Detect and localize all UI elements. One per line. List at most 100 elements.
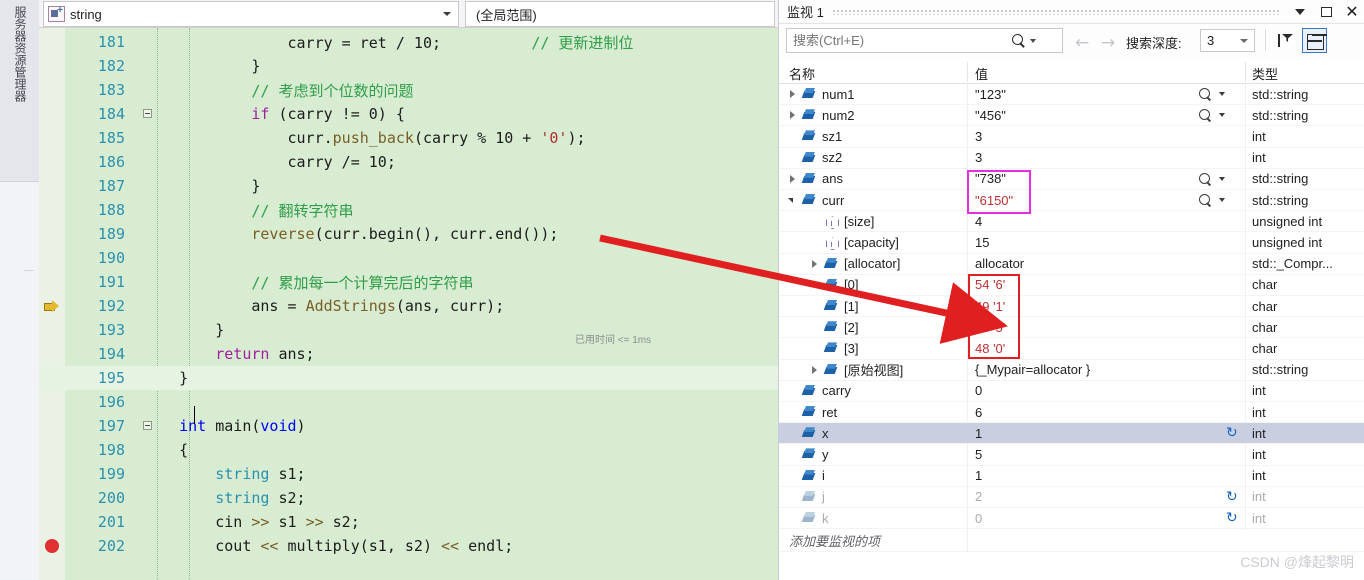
watch-row[interactable]: sz23int [779,148,1364,169]
code-line[interactable]: 187 } [39,174,778,198]
code-line[interactable]: 181 carry = ret / 10; // 更新进制位 [39,30,778,54]
breakpoint-marker[interactable] [45,539,59,553]
watch-row[interactable]: i1int [779,466,1364,487]
watch-name-cell[interactable]: [size] [844,214,874,229]
search-next-button[interactable]: → [1101,33,1115,53]
watch-value-cell[interactable]: 1 [975,426,982,441]
hide-names-icon[interactable] [1302,28,1327,53]
watch-name-cell[interactable]: [1] [844,299,858,314]
titlebar-grip[interactable] [832,8,1279,15]
code-line[interactable]: 183 // 考虑到个位数的问题 [39,78,778,102]
value-visualizer-icon[interactable] [1199,172,1213,186]
visualizer-chevron-icon[interactable] [1219,113,1225,117]
expand-toggle-icon[interactable] [809,258,821,270]
search-input[interactable] [793,33,1008,48]
code-line[interactable]: 182 } [39,54,778,78]
watch-row[interactable]: num1"123"std::string [779,84,1364,105]
watch-name-cell[interactable]: curr [822,193,844,208]
watch-row[interactable]: [0]54 '6'char [779,275,1364,296]
expand-toggle-icon[interactable] [787,173,799,185]
watch-row[interactable]: [allocator]allocatorstd::_Compr... [779,254,1364,275]
code-line[interactable]: 199 string s1; [39,462,778,486]
panel-close-button[interactable]: ✕ [1339,1,1364,23]
value-visualizer-icon[interactable] [1199,193,1213,207]
current-statement-marker[interactable] [44,299,59,313]
watch-row[interactable]: ret6int [779,402,1364,423]
watch-row[interactable]: [capacity]15unsigned int [779,232,1364,253]
watch-row[interactable]: curr"6150"std::string [779,190,1364,211]
watch-row[interactable]: y5int [779,444,1364,465]
value-visualizer-icon[interactable] [1199,108,1213,122]
code-line[interactable]: 193 } [39,318,778,342]
search-box[interactable] [786,28,1063,53]
add-watch-row[interactable]: 添加要监视的项 [779,530,1364,552]
visualizer-chevron-icon[interactable] [1219,92,1225,96]
refresh-value-icon[interactable]: ↻ [1226,426,1240,440]
visualizer-chevron-icon[interactable] [1219,198,1225,202]
watch-value-cell[interactable]: 3 [975,129,982,144]
expand-toggle-icon[interactable] [787,109,799,121]
watch-row[interactable]: k0↻int [779,508,1364,529]
code-line[interactable]: 198 { [39,438,778,462]
code-line[interactable]: 186 carry /= 10; [39,150,778,174]
code-line[interactable]: 200 string s2; [39,486,778,510]
watch-row[interactable]: carry0int [779,381,1364,402]
column-header-name[interactable]: 名称 [789,64,815,83]
code-line[interactable]: 195 } [39,366,778,390]
code-line[interactable]: 189 reverse(curr.begin(), curr.end()); [39,222,778,246]
code-area[interactable]: 181 carry = ret / 10; // 更新进制位182 }183 /… [39,28,778,580]
code-line[interactable]: 188 // 翻转字符串 [39,198,778,222]
visualizer-chevron-icon[interactable] [1219,177,1225,181]
watch-name-cell[interactable]: y [822,447,829,462]
watch-value-cell[interactable]: 2 [975,489,982,504]
column-header-type[interactable]: 类型 [1252,64,1278,83]
watch-name-cell[interactable]: ans [822,171,843,186]
code-fold-toggle[interactable] [143,109,152,118]
watch-value-cell[interactable]: 0 [975,383,982,398]
panel-restore-button[interactable] [1313,1,1339,23]
watch-value-cell[interactable]: 4 [975,214,982,229]
watch-name-cell[interactable]: [原始视图] [844,360,903,379]
watch-value-cell[interactable]: 1 [975,468,982,483]
code-line[interactable]: 185 curr.push_back(carry % 10 + '0'); [39,126,778,150]
watch-row[interactable]: [size]4unsigned int [779,211,1364,232]
expand-toggle-icon[interactable] [787,88,799,100]
watch-name-cell[interactable]: [2] [844,320,858,335]
value-visualizer-icon[interactable] [1199,87,1213,101]
search-options-chevron-icon[interactable] [1030,39,1036,43]
watch-name-cell[interactable]: carry [822,383,851,398]
watch-name-cell[interactable]: x [822,426,829,441]
watch-name-cell[interactable]: num2 [822,108,855,123]
watch-row[interactable]: j2↻int [779,487,1364,508]
refresh-value-icon[interactable]: ↻ [1226,490,1240,504]
expand-toggle-icon[interactable] [809,364,821,376]
watch-value-cell[interactable]: 0 [975,511,982,526]
code-fold-toggle[interactable] [143,421,152,430]
watch-name-cell[interactable]: sz1 [822,129,842,144]
search-prev-button[interactable]: ← [1075,33,1089,53]
code-line[interactable]: 190 [39,246,778,270]
code-line[interactable]: 191 // 累加每一个计算完后的字符串 [39,270,778,294]
scope-combo[interactable]: string [43,1,459,27]
column-divider[interactable] [967,62,968,82]
watch-row[interactable]: [原始视图]{_Mypair=allocator }std::string [779,360,1364,381]
watch-name-cell[interactable]: [capacity] [844,235,899,250]
code-line[interactable]: 202 cout << multiply(s1, s2) << endl; [39,534,778,558]
watch-row[interactable]: x1↻int [779,423,1364,444]
watch-row[interactable]: [1]49 '1'char [779,296,1364,317]
watch-name-cell[interactable]: [0] [844,277,858,292]
watch-row[interactable]: [3]48 '0'char [779,338,1364,359]
code-line[interactable]: 196 [39,390,778,414]
column-divider[interactable] [1245,62,1246,82]
watch-name-cell[interactable]: i [822,468,825,483]
watch-name-cell[interactable]: j [822,489,825,504]
watch-value-cell[interactable]: "123" [975,87,1006,102]
watch-value-cell[interactable]: allocator [975,256,1024,271]
watch-name-cell[interactable]: [3] [844,341,858,356]
column-header-value[interactable]: 值 [975,64,988,83]
watch-name-cell[interactable]: ret [822,405,837,420]
watch-value-cell[interactable]: 6 [975,405,982,420]
watch-name-cell[interactable]: [allocator] [844,256,900,271]
watch-value-cell[interactable]: {_Mypair=allocator } [975,362,1090,377]
dock-tab-server-explorer[interactable]: 服务器资源管理器 [0,0,39,182]
